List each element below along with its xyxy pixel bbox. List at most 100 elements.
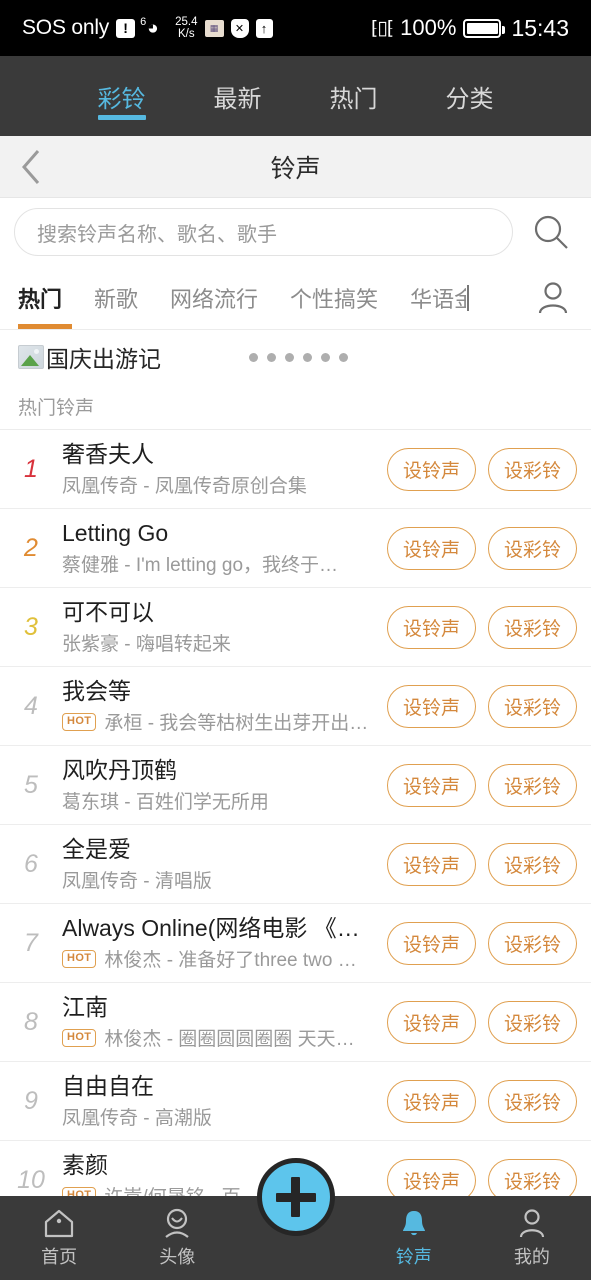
set-crbt-button[interactable]: 设彩铃 [487,684,577,728]
row-rank: 2 [24,533,38,562]
row-actions: 设铃声 设彩铃 [386,763,577,807]
set-ringtone-button[interactable]: 设铃声 [386,447,476,491]
upload-arrow-icon: ↑ [255,18,273,38]
table-row[interactable]: 9 自由自在 凤凰传奇 - 高潮版 设铃声 设彩铃 [0,1062,591,1141]
battery-percent-label: 100% [400,15,457,40]
row-info: 我会等 HOT 承桓 - 我会等枯树生出芽开出… [62,677,387,736]
row-actions: 设铃声 设彩铃 [386,1158,577,1196]
table-row[interactable]: 2 Letting Go 蔡健雅 - I'm letting go，我终于… 设… [0,509,591,588]
set-ringtone-button[interactable]: 设铃声 [386,1158,476,1196]
nav-item-mine[interactable]: 我的 [473,1196,591,1280]
row-rank: 4 [24,691,38,720]
top-tab-newest[interactable]: 最新 [180,56,296,136]
row-artist: 林俊杰 - 圈圈圆圆圈圈 天天… [104,1029,355,1051]
row-song-title: 我会等 [62,677,131,704]
search-button[interactable] [523,213,579,251]
row-song-title: 奢香夫人 [62,440,154,467]
table-row[interactable]: 7 Always Online(网络电影 《… HOT 林俊杰 - 准备好了th… [0,904,591,983]
category-tab-internet-popular[interactable]: 网络流行 [154,266,274,329]
nav-item-label: 头像 [159,1246,196,1267]
row-subline: HOT 承桓 - 我会等枯树生出芽开出… [62,708,377,735]
person-icon [519,1208,545,1237]
category-tab-funny[interactable]: 个性搞笑 [274,266,394,329]
set-ringtone-button[interactable]: 设铃声 [386,921,476,965]
banner-title: 国庆出游记 [46,346,161,372]
ringtone-list[interactable]: 1 奢香夫人 凤凰传奇 - 凤凰传奇原创合集 设铃声 设彩铃 2 Letting… [0,430,591,1196]
search-icon [534,215,568,249]
top-tab-cailing[interactable]: 彩铃 [64,56,180,136]
top-tab-label: 分类 [445,85,494,113]
row-actions: 设铃声 设彩铃 [386,1000,577,1044]
nav-item-home[interactable]: 首页 [0,1196,118,1280]
category-tab-label: 新歌 [94,286,139,312]
row-subline: 葛东琪 - 百姓们学无所用 [62,787,377,814]
wifi-icon: 6 ◕ [140,16,159,39]
category-tab-hot[interactable]: 热门 [18,266,78,329]
hot-badge: HOT [62,1187,97,1196]
category-tab-chinese-classics[interactable]: 华语金 [394,266,466,329]
category-tab-new-songs[interactable]: 新歌 [78,266,154,329]
back-button[interactable] [0,136,62,198]
alert-icon: ! [116,18,136,38]
row-song-title: Always Online(网络电影 《… [62,914,360,941]
add-button[interactable] [256,1158,335,1236]
top-tab-label: 彩铃 [97,85,146,113]
row-artist: 林俊杰 - 准备好了three two … [104,950,357,972]
set-crbt-button[interactable]: 设彩铃 [487,1158,577,1196]
row-artist: 凤凰传奇 - 凤凰传奇原创合集 [62,476,307,498]
table-row[interactable]: 3 可不可以 张紫豪 - 嗨唱转起来 设铃声 设彩铃 [0,588,591,667]
app-notification-icon: ▦ [204,19,224,37]
row-song-title: 风吹丹顶鹤 [62,756,177,783]
row-info: 自由自在 凤凰传奇 - 高潮版 [62,1072,387,1131]
nav-item-label: 铃声 [395,1246,432,1267]
set-ringtone-button[interactable]: 设铃声 [386,605,476,649]
row-actions: 设铃声 设彩铃 [386,605,577,649]
table-row[interactable]: 5 风吹丹顶鹤 葛东琪 - 百姓们学无所用 设铃声 设彩铃 [0,746,591,825]
hot-badge: HOT [62,1029,97,1047]
set-crbt-button[interactable]: 设彩铃 [487,605,577,649]
top-tab-label: 最新 [213,85,262,113]
set-crbt-button[interactable]: 设彩铃 [487,763,577,807]
nav-item-avatar[interactable]: 头像 [118,1196,236,1280]
row-info: Letting Go 蔡健雅 - I'm letting go，我终于… [62,519,387,578]
search-input[interactable]: 搜索铃声名称、歌名、歌手 [14,208,513,256]
set-crbt-button[interactable]: 设彩铃 [487,921,577,965]
row-rank: 1 [24,454,38,483]
set-ringtone-button[interactable]: 设铃声 [386,763,476,807]
person-icon [538,281,568,313]
set-crbt-button[interactable]: 设彩铃 [487,1000,577,1044]
row-actions: 设铃声 设彩铃 [386,447,577,491]
row-subline: 凤凰传奇 - 高潮版 [62,1103,377,1130]
table-row[interactable]: 6 全是爱 凤凰传奇 - 清唱版 设铃声 设彩铃 [0,825,591,904]
set-ringtone-button[interactable]: 设铃声 [386,526,476,570]
row-rank: 3 [24,612,38,641]
top-tab-bar: 彩铃 最新 热门 分类 [0,56,591,136]
top-tab-label: 热门 [329,85,378,113]
row-artist: 蔡健雅 - I'm letting go，我终于… [62,555,339,577]
row-rank: 10 [17,1165,45,1194]
set-ringtone-button[interactable]: 设铃声 [386,842,476,886]
banner-row[interactable]: 国庆出游记 [0,330,591,384]
top-tab-category[interactable]: 分类 [412,56,528,136]
table-row[interactable]: 1 奢香夫人 凤凰传奇 - 凤凰传奇原创合集 设铃声 设彩铃 [0,430,591,509]
set-ringtone-button[interactable]: 设铃声 [386,1000,476,1044]
set-crbt-button[interactable]: 设彩铃 [487,1079,577,1123]
set-crbt-button[interactable]: 设彩铃 [487,526,577,570]
nav-item-ringtone[interactable]: 铃声 [355,1196,473,1280]
top-tab-hot[interactable]: 热门 [296,56,412,136]
search-bar: 搜索铃声名称、歌名、歌手 [0,198,591,266]
table-row[interactable]: 4 我会等 HOT 承桓 - 我会等枯树生出芽开出… 设铃声 设彩铃 [0,667,591,746]
category-tab-scroller[interactable]: 热门 新歌 网络流行 个性搞笑 华语金 [18,266,515,329]
profile-button[interactable] [515,266,591,329]
set-ringtone-button[interactable]: 设铃声 [386,684,476,728]
back-chevron-icon [22,149,40,184]
table-row[interactable]: 8 江南 HOT 林俊杰 - 圈圈圆圆圈圈 天天… 设铃声 设彩铃 [0,983,591,1062]
set-ringtone-button[interactable]: 设铃声 [386,1079,476,1123]
set-crbt-button[interactable]: 设彩铃 [487,842,577,886]
status-bar-left: SOS only ! 6 ◕ 25.4 K/s ▦ ✕ ↑ [22,16,273,41]
row-rank: 7 [24,928,38,957]
row-info: 风吹丹顶鹤 葛东琪 - 百姓们学无所用 [62,756,387,815]
bell-icon [402,1210,425,1235]
row-info: Always Online(网络电影 《… HOT 林俊杰 - 准备好了thre… [62,914,387,973]
set-crbt-button[interactable]: 设彩铃 [487,447,577,491]
